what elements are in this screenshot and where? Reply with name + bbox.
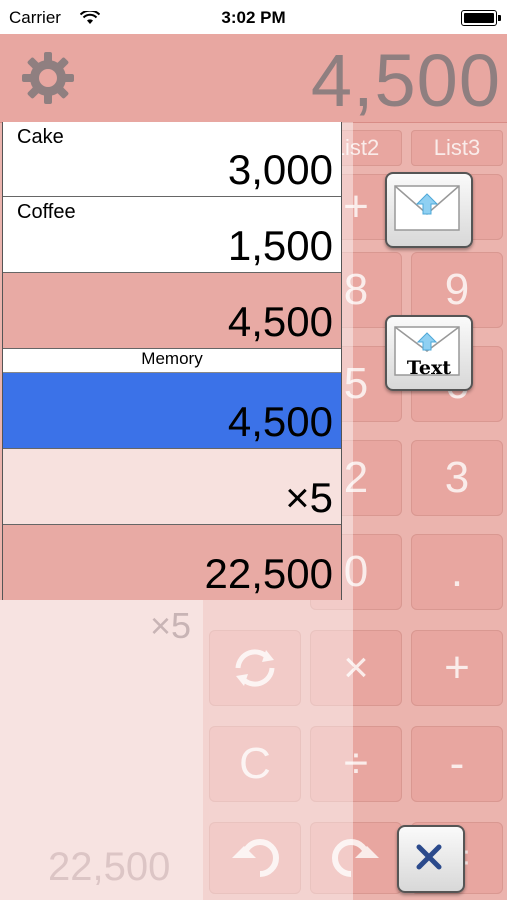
list-item[interactable]: Coffee 1,500 [3, 197, 341, 273]
calculator-display: 4,500 [310, 39, 501, 122]
item-label: Cake [17, 126, 64, 148]
faded-total: 22,500 [48, 845, 171, 889]
close-icon [416, 844, 442, 870]
key-decimal[interactable]: . [411, 534, 503, 610]
item-list: Cake 3,000 Coffee 1,500 4,500 Memory 4,5… [2, 122, 342, 600]
faded-multiplier: ×5 [150, 605, 192, 646]
text-export-button[interactable]: Text [385, 315, 473, 391]
key-minus[interactable]: - [411, 726, 503, 802]
status-bar: Carrier 3:02 PM [0, 0, 507, 34]
clock: 3:02 PM [221, 8, 286, 27]
battery-icon [461, 10, 501, 26]
total-row[interactable]: 22,500 [3, 525, 341, 600]
item-value: 3,000 [227, 146, 333, 193]
gear-icon[interactable] [20, 50, 76, 106]
memory-value: 4,500 [227, 398, 333, 445]
total-value: 22,500 [204, 550, 333, 597]
mail-upload-icon [394, 185, 460, 231]
multiplier-value: ×5 [285, 474, 333, 521]
subtotal-row[interactable]: 4,500 [3, 273, 341, 349]
close-button[interactable] [397, 825, 465, 893]
key-3[interactable]: 3 [411, 440, 503, 516]
item-label: Coffee [17, 201, 76, 223]
mail-export-button[interactable] [385, 172, 473, 248]
item-value: 1,500 [227, 222, 333, 269]
subtotal-value: 4,500 [227, 298, 333, 345]
text-button-label: Text [406, 357, 452, 379]
memory-header: Memory [3, 349, 341, 373]
list-item[interactable]: Cake 3,000 [3, 122, 341, 197]
tab-list3[interactable]: List3 [411, 130, 503, 166]
memory-row[interactable]: 4,500 [3, 373, 341, 449]
multiplier-row[interactable]: ×5 [3, 449, 341, 525]
key-plus[interactable]: + [411, 630, 503, 706]
memory-label: Memory [141, 349, 203, 368]
